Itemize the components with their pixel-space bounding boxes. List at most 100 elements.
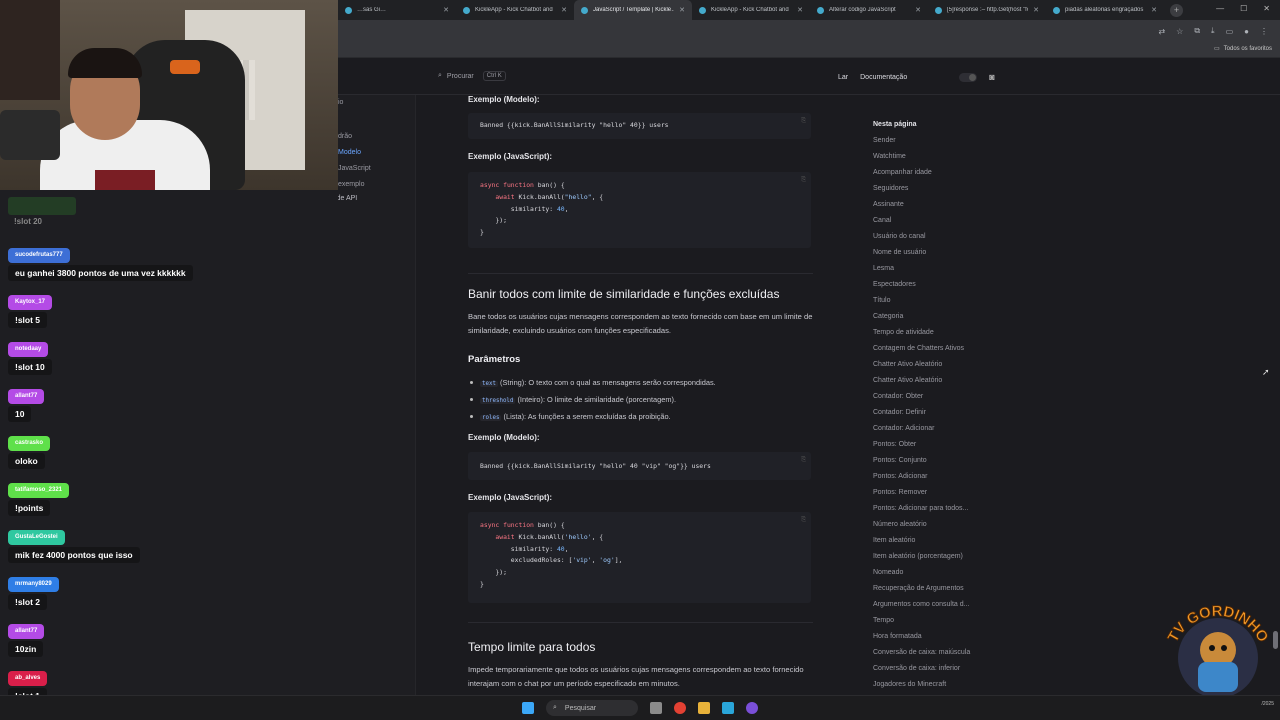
close-tab-icon[interactable]: ✕ <box>915 6 921 14</box>
browser-tab[interactable]: KickleApp - Kick Chatbot and ✕ <box>692 0 810 20</box>
system-clock[interactable]: /2025 <box>1261 701 1274 707</box>
close-tab-icon[interactable]: ✕ <box>443 6 449 14</box>
close-tab-icon[interactable]: ✕ <box>561 6 567 14</box>
toc-item[interactable]: Acompanhar idade <box>873 165 983 181</box>
toc-item[interactable]: Recuperação de Argumentos <box>873 581 983 597</box>
toc-item[interactable]: Nomeado <box>873 565 983 581</box>
tab-title: JavaScript / Template | Kickle… <box>593 7 675 13</box>
theme-toggle[interactable] <box>959 72 978 82</box>
code-line: similarity: 40, <box>480 204 569 213</box>
browser-tab[interactable]: JavaScript / Template | Kickle… ✕ <box>574 0 692 20</box>
toc-item[interactable]: Contador: Obter <box>873 389 983 405</box>
close-tab-icon[interactable]: ✕ <box>797 6 803 14</box>
code-line: } <box>480 228 484 237</box>
section-title-timeout-all: Tempo limite para todos <box>468 640 596 654</box>
toc-item[interactable]: Hora formatada <box>873 629 983 645</box>
toc-item[interactable]: Título <box>873 293 983 309</box>
toc-item[interactable]: Watchtime <box>873 149 983 165</box>
toc-item[interactable]: Chatter Ativo Aleatório <box>873 373 983 389</box>
extensions-icon[interactable]: ⧉ <box>1194 26 1200 36</box>
maximize-icon[interactable]: ☐ <box>1240 4 1247 13</box>
toc-item[interactable]: Pontos: Obter <box>873 437 983 453</box>
toc-item[interactable]: Contagem de Chatters Ativos <box>873 341 983 357</box>
start-icon[interactable] <box>522 702 534 714</box>
nav-link-docs[interactable]: Documentação <box>860 74 907 81</box>
tab-title: [5]response :– http.Get(host "fo <box>947 7 1029 13</box>
discord-icon[interactable]: ◙ <box>989 72 994 82</box>
toc-item[interactable]: Assinante <box>873 197 983 213</box>
toc-item[interactable]: Seguidores <box>873 181 983 197</box>
toc-item[interactable]: Conversão de caixa: maiúscula <box>873 645 983 661</box>
close-tab-icon[interactable]: ✕ <box>1033 6 1039 14</box>
browser-tab[interactable]: piadas aleatorias engraçados ✕ <box>1046 0 1164 20</box>
toc-item[interactable]: Lesma <box>873 261 983 277</box>
toc-item[interactable]: Espectadores <box>873 277 983 293</box>
app-icon-2[interactable] <box>746 702 758 714</box>
toc-item[interactable]: Usuário do canal <box>873 229 983 245</box>
sidebar-item[interactable]: io <box>338 99 343 106</box>
nav-link-home[interactable]: Lar <box>838 74 848 81</box>
browser-tab[interactable]: KickleApp - Kick Chatbot and ✕ <box>456 0 574 20</box>
toc-item[interactable]: Pontos: Remover <box>873 485 983 501</box>
toc-item[interactable]: Item aleatório <box>873 533 983 549</box>
code-line: async function ban() { <box>480 521 565 529</box>
toc-item[interactable]: Jogadores do Minecraft <box>873 677 983 693</box>
param-desc: (String): O texto com o qual as mensagen… <box>497 378 716 387</box>
chrome-icon[interactable] <box>674 702 686 714</box>
tab-title: piadas aleatorias engraçados <box>1065 7 1144 13</box>
sidebar-item[interactable]: drão <box>338 133 352 140</box>
copy-icon[interactable]: ⎘ <box>801 176 806 184</box>
toc-item[interactable]: Categoria <box>873 309 983 325</box>
search-button[interactable]: ⌕ Procurar Ctrl K <box>438 71 506 81</box>
copy-icon[interactable]: ⎘ <box>801 456 806 464</box>
browser-tab[interactable]: [5]response :– http.Get(host "fo ✕ <box>928 0 1046 20</box>
toc-item[interactable]: Chatter Ativo Aleatório <box>873 357 983 373</box>
copy-icon[interactable]: ⎘ <box>801 117 806 125</box>
example-model-heading-2: Exemplo (Modelo): <box>468 433 540 442</box>
search-icon: ⌕ <box>553 704 557 711</box>
download-icon[interactable]: ⤓ <box>1211 26 1215 36</box>
browser-tab[interactable]: …sas Gi… ✕ <box>338 0 456 20</box>
toc-item[interactable]: Contador: Definir <box>873 405 983 421</box>
toc-item[interactable]: Contador: Adicionar <box>873 421 983 437</box>
translate-icon[interactable]: ⇄ <box>1158 27 1165 36</box>
toc-item[interactable]: Tempo <box>873 613 983 629</box>
file-explorer-icon[interactable] <box>698 702 710 714</box>
all-bookmarks[interactable]: ▭ Todos os favoritos <box>1214 45 1272 53</box>
toc-item[interactable]: Sender <box>873 133 983 149</box>
close-tab-icon[interactable]: ✕ <box>679 6 685 14</box>
toc-item[interactable]: Canal <box>873 213 983 229</box>
toc-item[interactable]: Item aleatório (porcentagem) <box>873 549 983 565</box>
chat-text: !slot 2 <box>8 594 48 610</box>
bookmark-star-icon[interactable]: ☆ <box>1176 27 1183 36</box>
task-view-icon[interactable] <box>650 702 662 714</box>
toc-item[interactable]: Pontos: Adicionar <box>873 469 983 485</box>
toc-item[interactable]: Conversão de caixa: inferior <box>873 661 983 677</box>
close-tab-icon[interactable]: ✕ <box>1151 6 1157 14</box>
chat-text: eu ganhei 3800 pontos de uma vez kkkkkk <box>8 265 193 281</box>
param-code: threshold <box>480 398 516 404</box>
sidebar-item[interactable]: JavaScript <box>338 165 371 172</box>
menu-icon[interactable]: ⋮ <box>1260 27 1268 36</box>
cast-icon[interactable]: ▭ <box>1226 27 1234 36</box>
toc-item[interactable]: Número aleatório <box>873 517 983 533</box>
close-window-icon[interactable]: ✕ <box>1263 4 1270 13</box>
sidebar-item[interactable]: Modelo <box>338 149 361 156</box>
profile-icon[interactable]: ● <box>1244 27 1249 36</box>
tab-title: Alterar código JavaScript <box>829 7 896 13</box>
copy-icon[interactable]: ⎘ <box>801 516 806 524</box>
browser-tab[interactable]: Alterar código JavaScript ✕ <box>810 0 928 20</box>
toc-item[interactable]: Pontos: Conjunto <box>873 453 983 469</box>
chat-message: Kaytox_17 !slot 5 <box>8 290 53 328</box>
toc-item[interactable]: Nome de usuário <box>873 245 983 261</box>
taskbar-search[interactable]: ⌕ Pesquisar <box>546 700 638 716</box>
toc-item[interactable]: Argumentos como consulta d... <box>873 597 983 613</box>
toc-item[interactable]: Pontos: Adicionar para todos... <box>873 501 983 517</box>
new-tab-button[interactable]: + <box>1170 3 1183 17</box>
sidebar-item[interactable]: exemplo <box>338 181 364 188</box>
toc-item[interactable]: Tempo de atividade <box>873 325 983 341</box>
page-scrollbar[interactable] <box>1273 61 1278 693</box>
chat-text: !slot 5 <box>8 312 48 328</box>
minimize-icon[interactable]: — <box>1216 4 1224 13</box>
app-icon[interactable] <box>722 702 734 714</box>
